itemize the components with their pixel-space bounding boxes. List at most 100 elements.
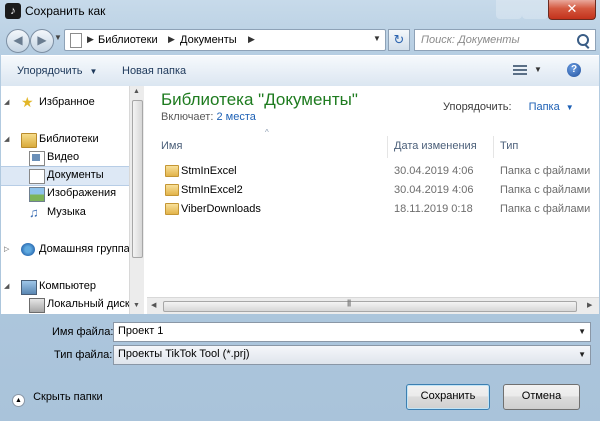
filename-value: Проект 1 [118,325,164,337]
back-button[interactable]: ◀ [6,29,30,53]
breadcrumb-documents[interactable]: Документы [180,34,237,46]
scrollbar-thumb[interactable] [132,100,143,258]
file-row[interactable]: ViberDownloads 18.11.2019 0:18 Папка с ф… [147,200,599,219]
documents-icon [29,169,45,184]
forward-arrow-icon: ▶ [37,33,47,47]
breadcrumb-libraries[interactable]: Библиотеки [98,34,158,46]
filename-label: Имя файла: [52,326,114,338]
pictures-icon [29,187,45,202]
navigation-pane: ◢ ★ Избранное ◢ Библиотеки Видео Докумен… [1,86,129,314]
disk-icon [29,298,45,313]
file-type: Папка с файлами [500,184,591,196]
collapse-arrow-icon[interactable]: ◢ [4,98,9,106]
library-title: Библиотека "Документы" [161,90,358,109]
sidebar-item-label: Музыка [47,206,86,218]
sidebar-item-music[interactable]: ♫ Музыка [1,204,129,222]
scroll-down-arrow-icon[interactable]: ▼ [133,302,140,309]
title-bar: ♪ Сохранить как ✕ [0,0,600,24]
column-header-type[interactable]: Тип [500,136,599,158]
filetype-select[interactable]: Проекты TikTok Tool (*.prj) ▼ [113,345,591,365]
file-name: ViberDownloads [181,203,261,215]
sidebar-item-video[interactable]: Видео [1,149,129,167]
search-input[interactable]: Поиск: Документы [421,34,520,46]
command-bar: Упорядочить ▼ Новая папка ▼ ? [1,55,599,87]
change-view-icon[interactable] [513,65,527,76]
search-icon[interactable] [577,34,589,46]
sidebar-item-favorites[interactable]: ◢ ★ Избранное [1,94,129,112]
chevron-down-icon: ▼ [578,350,586,359]
cancel-button[interactable]: Отмена [503,384,580,410]
arrange-value: Папка [528,101,560,113]
expand-arrow-icon[interactable]: ▷ [4,245,9,253]
breadcrumb-arrow-icon[interactable]: ▶ [248,34,255,45]
music-icon: ♫ [29,205,39,220]
sidebar-item-pictures[interactable]: Изображения [1,185,129,203]
tiktok-tool-icon: ♪ [5,3,21,19]
folder-icon [165,165,179,177]
file-date: 30.04.2019 4:06 [394,165,474,177]
file-type: Папка с файлами [500,165,591,177]
sidebar-item-local-disk[interactable]: Локальный диск [1,296,129,314]
address-bar[interactable]: ▶ Библиотеки ▶ Документы ▶ [64,29,386,51]
help-icon[interactable]: ? [567,63,581,77]
collapse-arrow-icon[interactable]: ◢ [4,135,9,143]
new-folder-button[interactable]: Новая папка [122,65,186,77]
arrange-by-dropdown[interactable]: Папка ▼ [529,101,574,113]
breadcrumb-arrow-icon[interactable]: ▶ [168,34,175,45]
file-row[interactable]: StmInExcel 30.04.2019 4:06 Папка с файла… [147,162,599,181]
recent-pages-dropdown-icon[interactable]: ▼ [54,33,62,42]
maximize-button[interactable] [522,0,548,19]
video-icon [29,151,45,166]
back-arrow-icon: ◀ [13,33,23,47]
scroll-right-arrow-icon[interactable]: ▶ [587,301,592,309]
save-as-dialog: ♪ Сохранить как ✕ ◀ ▶ ▼ ▶ Библиотеки ▶ Д… [0,0,600,421]
sidebar-item-label: Избранное [39,96,95,108]
sidebar-item-label: Изображения [47,187,117,199]
sidebar-item-label: Локальный диск [47,298,129,310]
star-icon: ★ [21,94,34,110]
refresh-button[interactable]: ↻ [388,29,410,51]
sidebar-item-label: Компьютер [39,280,96,292]
sidebar-item-computer[interactable]: ◢ Компьютер [1,278,129,296]
breadcrumb-arrow-icon[interactable]: ▶ [87,34,94,45]
sidebar-item-homegroup[interactable]: ▷ Домашняя группа [1,241,129,259]
window-title: Сохранить как [25,4,106,18]
column-header-name[interactable]: Имя [161,136,381,158]
forward-button[interactable]: ▶ [30,29,54,53]
close-button[interactable]: ✕ [548,0,596,20]
organize-button[interactable]: Упорядочить ▼ [17,65,97,77]
address-history-dropdown-icon[interactable]: ▼ [369,29,385,49]
scroll-up-arrow-icon[interactable]: ▲ [133,88,140,95]
organize-label: Упорядочить [17,65,83,77]
file-name: StmInExcel [181,165,237,177]
save-button[interactable]: Сохранить [406,384,490,410]
navigation-scrollbar[interactable]: ▲ ▼ [129,86,144,314]
libraries-icon [21,133,37,148]
hide-folders-toggle[interactable]: ▲ Скрыть папки [12,391,103,407]
scroll-left-arrow-icon[interactable]: ◀ [151,301,156,309]
filename-field[interactable]: Проект 1 ▼ [113,322,591,342]
view-options-dropdown-icon[interactable]: ▼ [534,65,542,74]
sidebar-item-libraries[interactable]: ◢ Библиотеки [1,131,129,149]
file-name: StmInExcel2 [181,184,243,196]
file-row[interactable]: StmInExcel2 30.04.2019 4:06 Папка с файл… [147,181,599,200]
scrollbar-thumb[interactable] [163,301,577,312]
minimize-button[interactable] [496,0,522,19]
refresh-icon: ↻ [393,32,405,47]
includes-label: Включает: [161,111,214,123]
sidebar-item-label: Домашняя группа [39,243,129,255]
chevron-down-icon[interactable]: ▼ [578,327,586,336]
collapse-arrow-icon[interactable]: ◢ [4,282,9,290]
chevron-up-icon: ▲ [12,394,25,407]
column-divider[interactable] [493,136,494,158]
search-box[interactable]: Поиск: Документы [414,29,596,51]
column-header-date[interactable]: Дата изменения [394,136,494,158]
file-list-horizontal-scrollbar[interactable]: ◀ |||| ▶ [147,297,599,314]
sidebar-item-documents[interactable]: Документы [1,166,129,186]
column-divider[interactable] [387,136,388,158]
chevron-down-icon: ▼ [565,103,574,112]
arrange-by: Упорядочить: Папка ▼ [443,101,574,113]
homegroup-icon [21,243,35,256]
library-location-icon [70,33,82,48]
includes-locations-link[interactable]: 2 места [216,111,255,123]
